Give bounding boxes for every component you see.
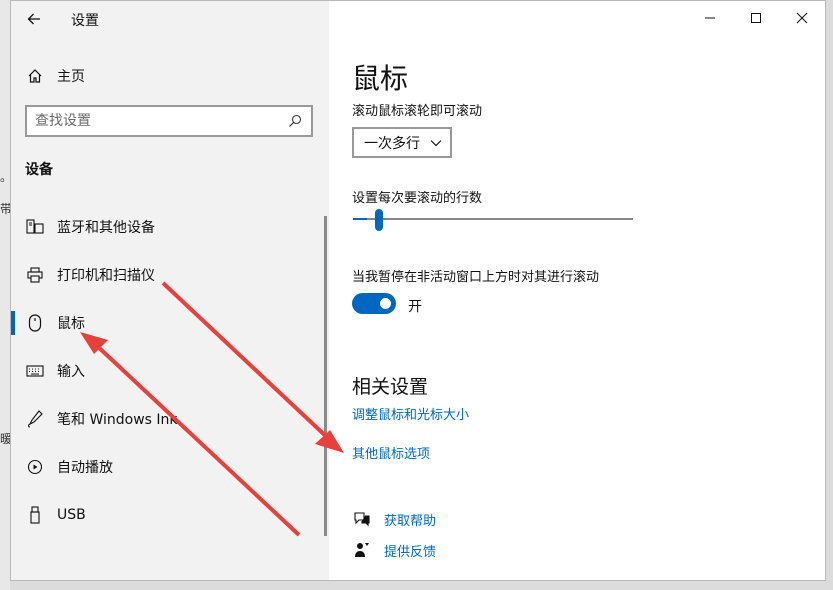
sidebar-item-label: 蓝牙和其他设备 bbox=[57, 220, 155, 236]
main-content: 鼠标 滚动鼠标滚轮即可滚动 一次多行 设置每次要滚动的行数 当我暂停在非活动窗口… bbox=[329, 1, 825, 580]
slider-track bbox=[353, 218, 633, 220]
search-input[interactable] bbox=[35, 113, 287, 129]
background-window-strip: 。 带 暖 bbox=[0, 0, 12, 590]
back-button[interactable] bbox=[21, 7, 47, 31]
sidebar-item-label: 笔和 Windows Ink bbox=[57, 412, 178, 428]
additional-mouse-options-link[interactable]: 其他鼠标选项 bbox=[352, 443, 430, 462]
sidebar-item-autoplay[interactable]: 自动播放 bbox=[11, 443, 329, 491]
close-button[interactable] bbox=[779, 1, 825, 35]
minimize-icon bbox=[705, 17, 715, 19]
sidebar-item-label: 输入 bbox=[57, 364, 85, 380]
sidebar-item-label: 鼠标 bbox=[57, 316, 85, 332]
title-bar: 设置 bbox=[11, 1, 329, 37]
get-help-row[interactable]: 获取帮助 bbox=[352, 509, 436, 529]
search-icon[interactable] bbox=[287, 113, 303, 129]
sidebar-nav: 蓝牙和其他设备 打印机和扫描仪 鼠标 输入 笔和 Windows Ink 自动播… bbox=[11, 203, 329, 539]
inactive-scroll-label: 当我暂停在非活动窗口上方时对其进行滚动 bbox=[352, 270, 600, 285]
sidebar-item-label: 自动播放 bbox=[57, 460, 113, 476]
sidebar-item-label: 打印机和扫描仪 bbox=[57, 268, 155, 284]
page-title: 鼠标 bbox=[352, 62, 409, 95]
sidebar-item-usb[interactable]: USB bbox=[11, 491, 329, 539]
search-box[interactable] bbox=[25, 105, 313, 137]
sidebar-item-printers[interactable]: 打印机和扫描仪 bbox=[11, 251, 329, 299]
usb-icon bbox=[25, 505, 45, 525]
toggle-knob bbox=[380, 298, 391, 309]
toggle-state-text: 开 bbox=[408, 299, 422, 315]
minimize-button[interactable] bbox=[687, 1, 733, 35]
sidebar-item-label: USB bbox=[57, 507, 86, 523]
get-help-link[interactable]: 获取帮助 bbox=[384, 510, 436, 529]
inactive-scroll-toggle[interactable] bbox=[352, 293, 396, 314]
slider-thumb[interactable] bbox=[375, 209, 383, 231]
related-settings-title: 相关设置 bbox=[352, 376, 429, 398]
pen-icon bbox=[25, 409, 45, 429]
close-icon bbox=[796, 12, 808, 24]
bluetooth-devices-icon bbox=[25, 217, 45, 237]
selection-indicator bbox=[11, 311, 15, 335]
printer-icon bbox=[25, 265, 45, 285]
feedback-person-icon bbox=[352, 540, 372, 560]
sidebar-item-typing[interactable]: 输入 bbox=[11, 347, 329, 395]
scroll-mode-dropdown[interactable]: 一次多行 bbox=[352, 127, 452, 158]
settings-window: 设置 主页 设备 蓝牙和其他设备 bbox=[10, 0, 826, 581]
lines-slider[interactable] bbox=[353, 207, 633, 233]
window-title: 设置 bbox=[71, 13, 99, 29]
sidebar-item-bluetooth[interactable]: 蓝牙和其他设备 bbox=[11, 203, 329, 251]
home-icon bbox=[25, 66, 45, 86]
sidebar-scrollbar[interactable] bbox=[324, 216, 327, 536]
home-link[interactable]: 主页 bbox=[25, 65, 85, 87]
give-feedback-link[interactable]: 提供反馈 bbox=[384, 541, 436, 560]
autoplay-icon bbox=[25, 457, 45, 477]
sidebar: 设置 主页 设备 蓝牙和其他设备 bbox=[11, 1, 329, 580]
slider-fill bbox=[353, 218, 367, 220]
adjust-cursor-size-link[interactable]: 调整鼠标和光标大小 bbox=[352, 404, 469, 423]
window-controls bbox=[687, 1, 825, 35]
scroll-wheel-label: 滚动鼠标滚轮即可滚动 bbox=[352, 104, 483, 119]
back-arrow-icon bbox=[27, 13, 40, 25]
maximize-icon bbox=[751, 13, 761, 23]
maximize-button[interactable] bbox=[733, 1, 779, 35]
mouse-icon bbox=[25, 313, 45, 333]
home-label: 主页 bbox=[57, 69, 85, 85]
help-chat-icon bbox=[352, 509, 372, 529]
sidebar-item-pen[interactable]: 笔和 Windows Ink bbox=[11, 395, 329, 443]
keyboard-icon bbox=[25, 361, 45, 381]
chevron-down-icon bbox=[430, 139, 442, 146]
scroll-mode-value: 一次多行 bbox=[364, 135, 420, 152]
feedback-row[interactable]: 提供反馈 bbox=[352, 540, 436, 560]
lines-label: 设置每次要滚动的行数 bbox=[352, 191, 483, 206]
sidebar-item-mouse[interactable]: 鼠标 bbox=[11, 299, 329, 347]
section-title: 设备 bbox=[25, 162, 53, 178]
